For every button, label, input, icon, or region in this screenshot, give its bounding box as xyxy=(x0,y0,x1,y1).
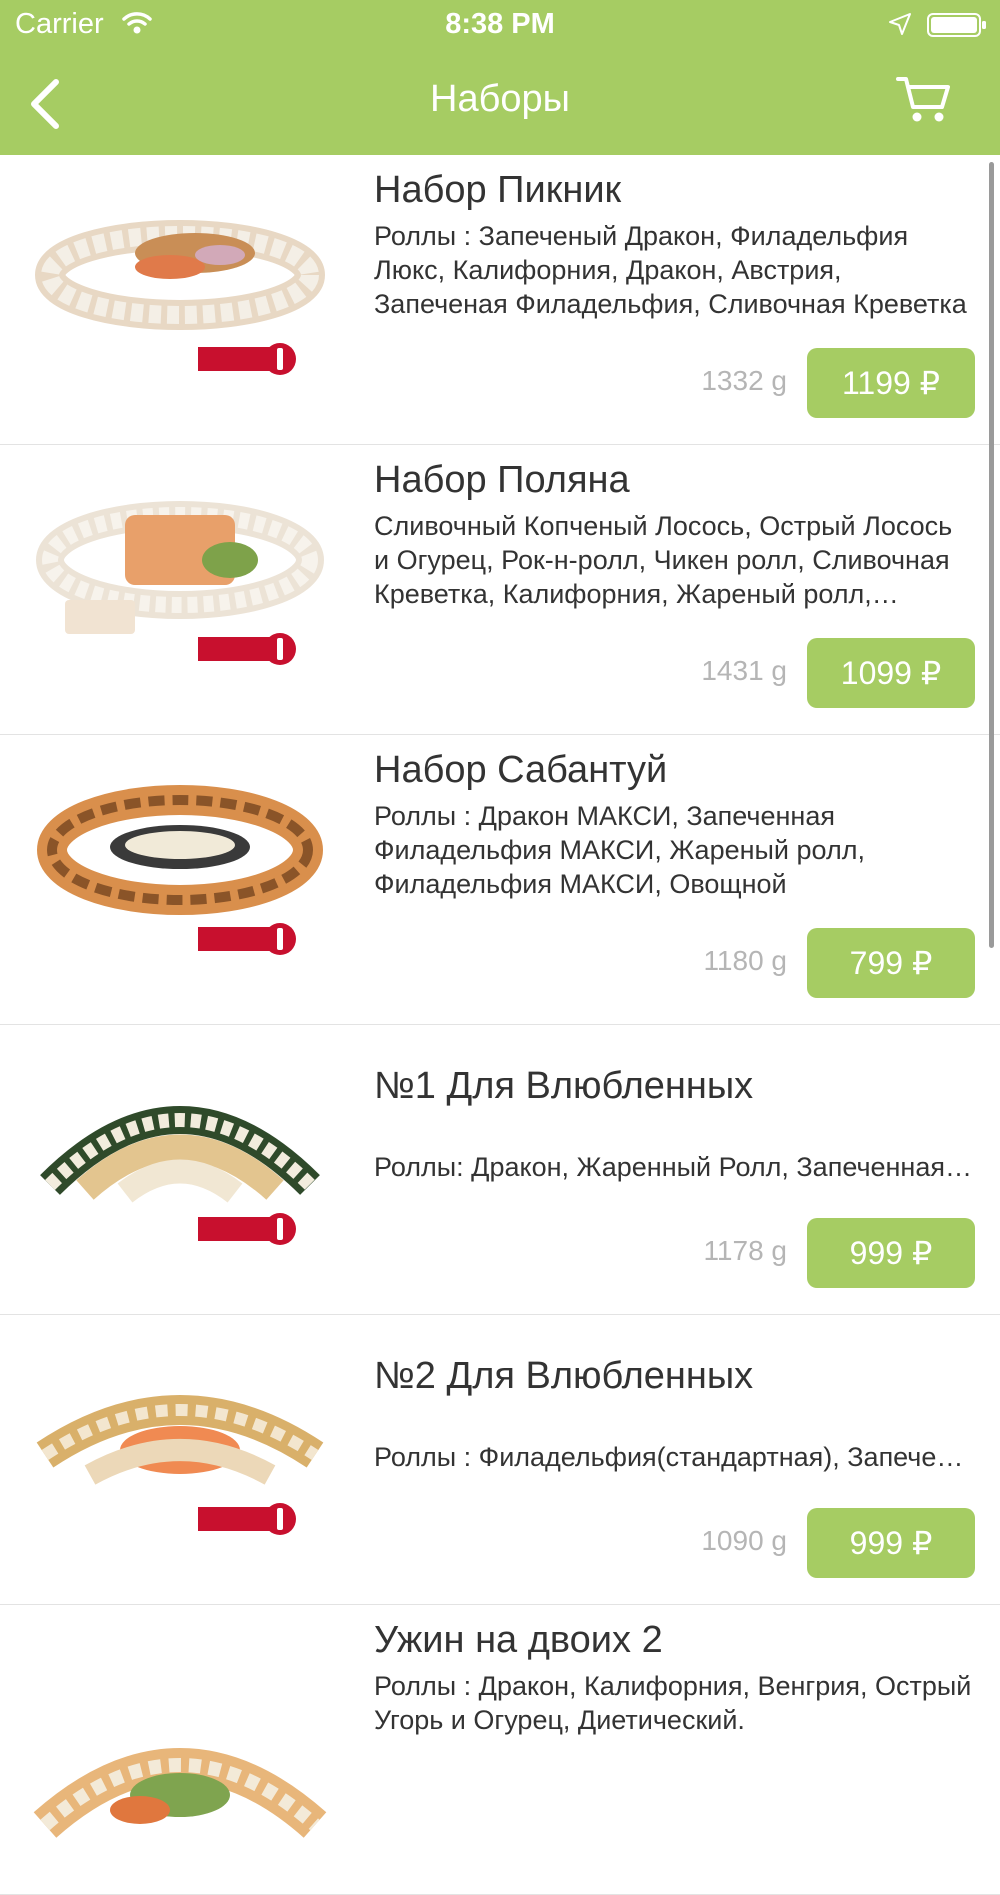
product-image xyxy=(35,220,325,375)
status-time: 8:38 PM xyxy=(445,8,555,40)
location-arrow-icon xyxy=(889,13,911,35)
gift-drink-badge xyxy=(198,1213,296,1245)
list-item[interactable]: №1 Для Влюбленных Роллы: Дракон, Жаренны… xyxy=(0,1025,1000,1315)
gift-drink-badge xyxy=(198,923,296,955)
gift-drink-badge xyxy=(198,633,296,665)
gift-drink-badge xyxy=(198,1503,296,1535)
product-weight: 1431 g xyxy=(701,655,787,686)
product-list: Набор Пикник Роллы : Запеченый Дракон, Ф… xyxy=(0,155,1000,1895)
product-description: Роллы : Филадельфия(стандартная), Запече… xyxy=(374,1442,974,1472)
list-item[interactable]: Набор Сабантуй Роллы : Дракон МАКСИ, Зап… xyxy=(0,735,1000,1025)
product-description: Роллы : Дракон, Калифорния, Венгрия, Ост… xyxy=(374,1671,972,1735)
price-button[interactable]: 799 ₽ xyxy=(807,928,975,998)
product-weight: 1180 g xyxy=(703,945,787,976)
product-description: Роллы: Дракон, Жаренный Ролл, Запеченная… xyxy=(374,1152,974,1182)
battery-icon xyxy=(927,13,986,37)
product-weight: 1178 g xyxy=(703,1235,787,1266)
product-title: Набор Сабантуй xyxy=(374,749,668,791)
cart-icon[interactable] xyxy=(896,75,952,125)
price-button[interactable]: 1099 ₽ xyxy=(807,638,975,708)
scrollbar[interactable] xyxy=(989,162,994,948)
product-weight: 1332 g xyxy=(701,365,787,396)
gift-drink-badge xyxy=(198,343,296,375)
product-image xyxy=(37,785,323,955)
product-image xyxy=(36,501,324,665)
product-title: №2 Для Влюбленных xyxy=(374,1355,754,1397)
product-image xyxy=(40,1106,320,1245)
list-item[interactable]: Набор Пикник Роллы : Запеченый Дракон, Ф… xyxy=(0,155,1000,445)
product-title: Набор Поляна xyxy=(374,459,630,501)
page-title: Наборы xyxy=(430,78,570,120)
list-item[interactable]: Набор Поляна Сливочный Копченый Лосось, … xyxy=(0,445,1000,735)
price-button[interactable]: 999 ₽ xyxy=(807,1508,975,1578)
product-title: Набор Пикник xyxy=(374,169,622,211)
product-description: Роллы : Запеченый Дракон, Филадельфия Лю… xyxy=(374,221,967,319)
list-item[interactable]: №2 Для Влюбленных Роллы : Филадельфия(ст… xyxy=(0,1315,1000,1605)
product-description: Сливочный Копченый Лосось, Острый Лосось… xyxy=(374,511,953,609)
status-bar: Carrier 8:38 PM xyxy=(0,0,1000,50)
price-button[interactable]: 1199 ₽ xyxy=(807,348,975,418)
product-image xyxy=(33,1748,327,1838)
product-image xyxy=(36,1395,324,1535)
price-button[interactable]: 999 ₽ xyxy=(807,1218,975,1288)
list-item[interactable]: Ужин на двоих 2 Роллы : Дракон, Калифорн… xyxy=(0,1605,1000,1895)
product-description: Роллы : Дракон МАКСИ, Запеченная Филадел… xyxy=(374,801,865,899)
product-weight: 1090 g xyxy=(701,1525,787,1556)
product-title: Ужин на двоих 2 xyxy=(374,1619,663,1661)
top-bar: Carrier 8:38 PM Наборы xyxy=(0,0,1000,155)
product-title: №1 Для Влюбленных xyxy=(374,1065,754,1107)
